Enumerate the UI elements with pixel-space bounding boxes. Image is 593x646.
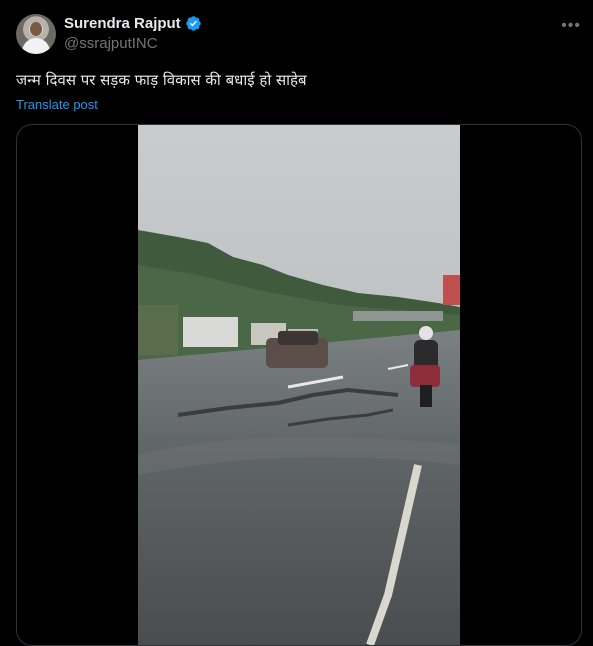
translate-post-link[interactable]: Translate post [16,97,98,112]
author-name-row[interactable]: Surendra Rajput [64,15,202,32]
author-display-name[interactable]: Surendra Rajput [64,15,181,32]
post-text: जन्म दिवस पर सड़क फाड़ विकास की बधाई हो … [16,71,307,89]
avatar[interactable] [16,14,56,54]
media-container[interactable] [16,124,582,646]
author-info: Surendra Rajput @ssrajputINC [64,15,202,52]
video-frame[interactable] [138,125,460,645]
verified-badge-icon [185,16,201,31]
post-header: Surendra Rajput @ssrajputINC ••• [16,13,583,57]
author-handle[interactable]: @ssrajputINC [64,35,202,52]
more-options-icon[interactable]: ••• [561,17,581,35]
